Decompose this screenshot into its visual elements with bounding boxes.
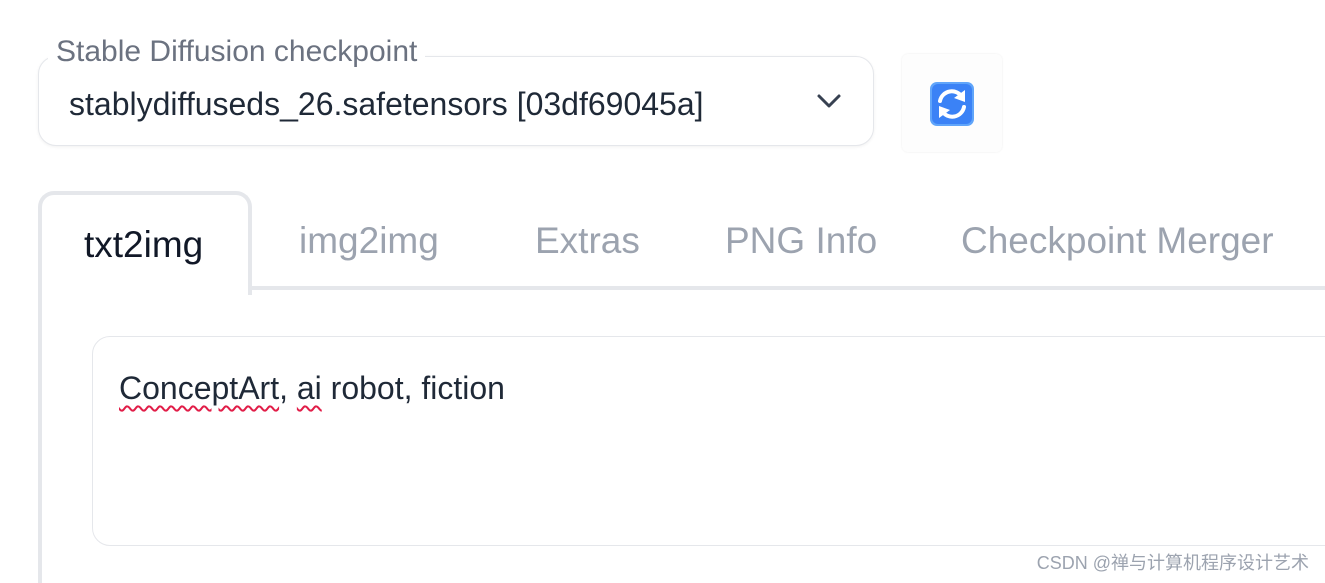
refresh-arrows-icon <box>930 82 974 126</box>
tab-png-info[interactable]: PNG Info <box>725 219 877 263</box>
tab-checkpoint-merger[interactable]: Checkpoint Merger <box>961 219 1274 263</box>
tab-img2img[interactable]: img2img <box>299 219 439 263</box>
tab-bar-divider <box>250 286 1325 290</box>
checkpoint-selected-value: stablydiffuseds_26.safetensors [03df6904… <box>69 86 704 122</box>
tab-txt2img-label: txt2img <box>84 224 204 265</box>
prompt-word-conceptart: ConceptArt <box>119 370 280 406</box>
prompt-rest: robot, fiction <box>321 370 505 406</box>
prompt-text: ConceptArt, ai robot, fiction <box>119 368 505 408</box>
tab-extras[interactable]: Extras <box>535 219 640 263</box>
checkpoint-label: Stable Diffusion checkpoint <box>48 33 426 71</box>
refresh-checkpoint-button[interactable] <box>902 54 1002 152</box>
prompt-textarea[interactable]: ConceptArt, ai robot, fiction <box>92 336 1325 546</box>
prompt-separator: , <box>279 370 297 406</box>
chevron-down-icon <box>817 94 841 108</box>
tab-txt2img[interactable]: txt2img <box>38 191 252 295</box>
tab-panel-border <box>38 290 42 583</box>
prompt-word-ai: ai <box>296 370 322 406</box>
watermark: CSDN @禅与计算机程序设计艺术 <box>1036 553 1309 573</box>
